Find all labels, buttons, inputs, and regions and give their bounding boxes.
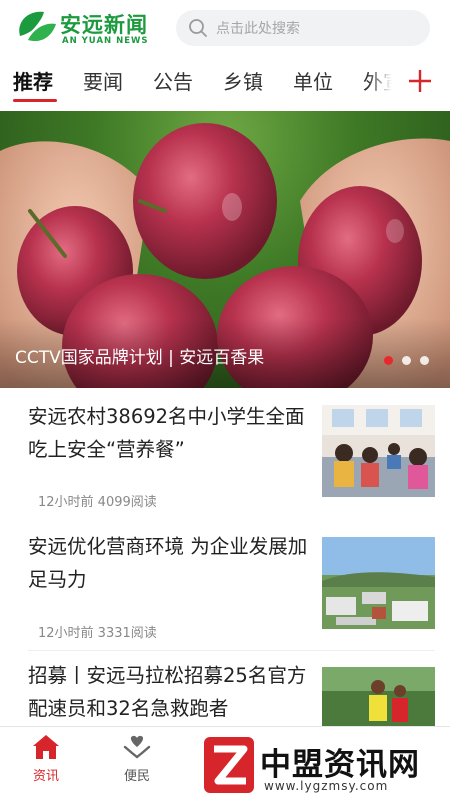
news-thumbnail [322, 667, 435, 726]
hero-banner[interactable]: CCTV国家品牌计划 | 安远百香果 [0, 111, 450, 388]
watermark-logo-icon [204, 737, 254, 793]
carousel-dot[interactable] [420, 356, 429, 365]
leaf-logo-icon [17, 11, 56, 43]
app-logo[interactable]: 安远新闻 AN YUAN NEWS [14, 6, 164, 48]
tabs-fade-overlay [368, 56, 402, 106]
news-item[interactable]: 招募丨安远马拉松招募25名官方配速员和32名急救跑者 [0, 650, 450, 726]
nav-services-label: 便民 [123, 769, 150, 784]
school-lunch-photo [322, 405, 435, 497]
carousel-dot-active[interactable] [384, 356, 393, 365]
search-icon [189, 19, 207, 37]
app-header: 安远新闻 AN YUAN NEWS 点击此处搜索 [0, 0, 450, 56]
nav-news[interactable]: 资讯 [16, 733, 76, 784]
town-aerial-photo [322, 537, 435, 629]
search-bar[interactable]: 点击此处搜索 [176, 10, 430, 46]
heart-hands-icon [123, 735, 151, 759]
news-meta: 12小时前 4099阅读 [38, 495, 157, 510]
news-item[interactable]: 安远农村38692名中小学生全面吃上安全“营养餐” 12小时前 4099阅读 [0, 388, 450, 520]
news-title: 安远优化营商环境 为企业发展加足马力 [28, 535, 308, 591]
banner-caption: CCTV国家品牌计划 | 安远百香果 [15, 348, 265, 368]
watermark-text: 中盟资讯网 [260, 747, 420, 783]
nav-services[interactable]: 便民 [107, 733, 167, 784]
app-title: 安远新闻 [60, 13, 148, 37]
tab-notices[interactable]: 公告 [153, 66, 193, 95]
home-icon [33, 735, 59, 759]
tab-recommend[interactable]: 推荐 [13, 66, 53, 95]
runners-photo [322, 667, 435, 726]
plus-icon[interactable] [407, 68, 433, 94]
nav-news-label: 资讯 [32, 769, 59, 784]
news-item[interactable]: 安远优化营商环境 为企业发展加足马力 12小时前 3331阅读 [0, 520, 450, 650]
watermark-url: www.lygzmsy.com [264, 779, 389, 793]
tab-towns[interactable]: 乡镇 [223, 66, 263, 95]
news-title: 招募丨安远马拉松招募25名官方配速员和32名急救跑者 [28, 664, 307, 720]
news-thumbnail [322, 537, 435, 629]
tab-headlines[interactable]: 要闻 [83, 66, 123, 95]
tab-units[interactable]: 单位 [293, 66, 333, 95]
watermark: 中盟资讯网 www.lygzmsy.com [200, 735, 450, 800]
news-meta: 12小时前 3331阅读 [38, 626, 157, 641]
news-title: 安远农村38692名中小学生全面吃上安全“营养餐” [28, 405, 305, 461]
carousel-dot[interactable] [402, 356, 411, 365]
active-tab-indicator [13, 99, 57, 102]
search-placeholder: 点击此处搜索 [216, 21, 300, 37]
category-tabs: 推荐 要闻 公告 乡镇 单位 外宣 [0, 56, 450, 106]
app-subtitle: AN YUAN NEWS [62, 36, 149, 46]
news-thumbnail [322, 405, 435, 497]
